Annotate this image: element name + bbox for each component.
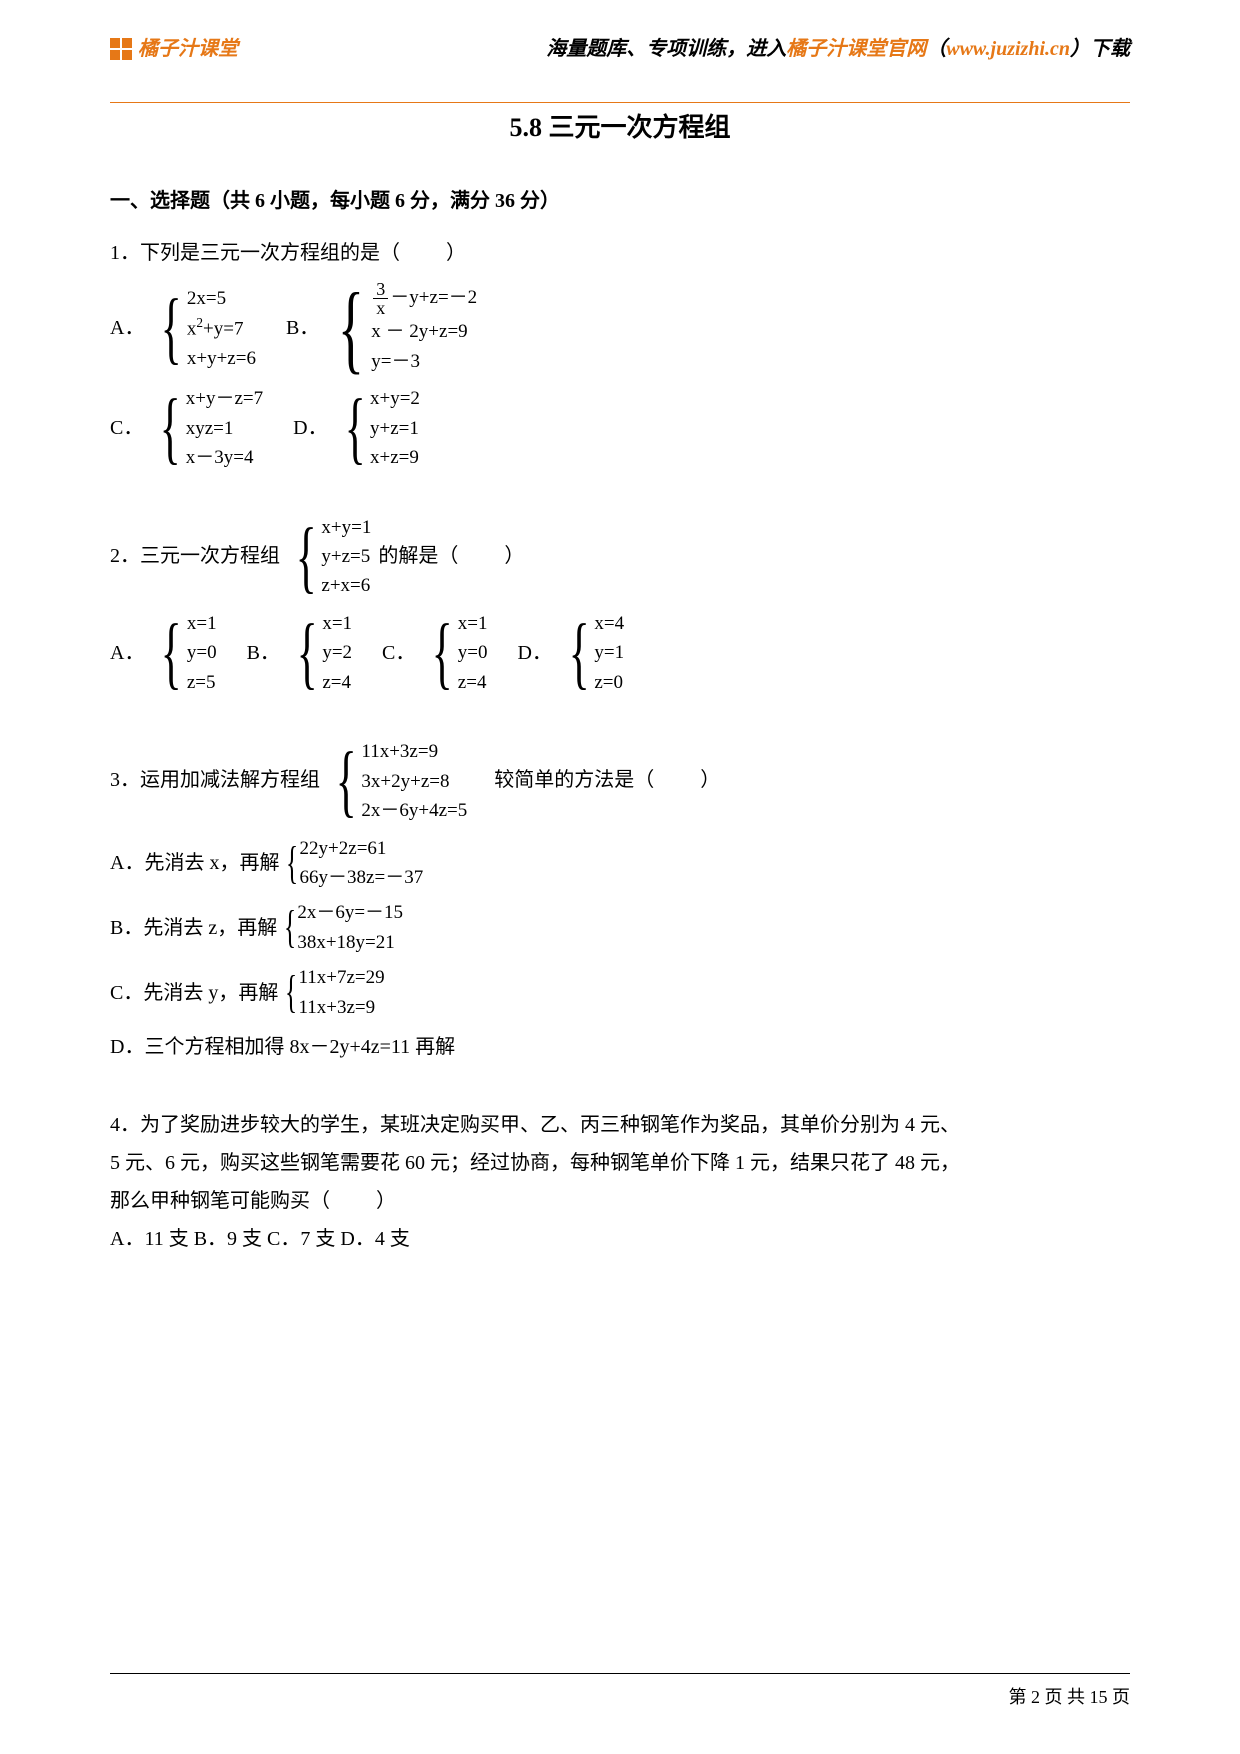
q3-option-d: D． 三个方程相加得 8x－2y+4z=11 再解: [110, 1028, 1130, 1066]
q4-options: A．11 支 B．9 支 C．7 支 D．4 支: [110, 1220, 1130, 1258]
q1-option-d: D． { x+y=2 y+z=1 x+z=9: [293, 384, 422, 472]
system-brace: { x+y－z=7 xyz=1 x－3y=4: [151, 384, 263, 472]
q2-option-b: B． { x=1 y=2 z=4: [247, 609, 354, 697]
q1-option-c: C． { x+y－z=7 xyz=1 x－3y=4: [110, 384, 265, 472]
q2-options: A． { x=1 y=0 z=5 B． { x=1 y=2 z=4: [110, 609, 1130, 697]
logo: 橘子汁课堂: [110, 30, 238, 68]
question-3: 3．运用加减法解方程组 { 11x+3z=9 3x+2y+z=8 2x－6y+4…: [110, 737, 1130, 1066]
q2-option-a: A． { x=1 y=0 z=5: [110, 609, 219, 697]
q1-options-row1: A． { 2x=5 x2+y=7 x+y+z=6 B． { 3x－y: [110, 280, 1130, 376]
logo-text: 橘子汁课堂: [138, 30, 238, 68]
q1-option-a: A． { 2x=5 x2+y=7 x+y+z=6: [110, 284, 258, 374]
q3-option-b: B． 先消去 z，再解 { 2x－6y=－15 38x+18y=21: [110, 898, 1130, 957]
q3-stem: 3．运用加减法解方程组 { 11x+3z=9 3x+2y+z=8 2x－6y+4…: [110, 737, 1130, 825]
q4-line3: 那么甲种钢笔可能购买（ ）: [110, 1182, 1130, 1220]
q4-line1: 4．为了奖励进步较大的学生，某班决定购买甲、乙、丙三种钢笔作为奖品，其单价分别为…: [110, 1106, 1130, 1144]
q2-option-c: C． { x=1 y=0 z=4: [382, 609, 489, 697]
page-header: 橘子汁课堂 海量题库、专项训练，进入橘子汁课堂官网（www.juzizhi.cn…: [110, 30, 1130, 103]
system-brace: { 2x=5 x2+y=7 x+y+z=6: [152, 284, 256, 374]
q3-option-c: C． 先消去 y，再解 { 11x+7z=29 11x+3z=9: [110, 963, 1130, 1022]
system-brace: { 11x+7z=29 11x+3z=9: [280, 963, 384, 1022]
q2-option-d: D． { x=4 y=1 z=0: [518, 609, 627, 697]
section-heading: 一、选择题（共 6 小题，每小题 6 分，满分 36 分）: [110, 182, 1130, 220]
footer-rule: [110, 1673, 1130, 1674]
system-brace: { 2x－6y=－15 38x+18y=21: [279, 898, 403, 957]
q3-options: A． 先消去 x，再解 { 22y+2z=61 66y－38z=－37 B． 先…: [110, 834, 1130, 1067]
q4-line2: 5 元、6 元，购买这些钢笔需要花 60 元；经过协商，每种钢笔单价下降 1 元…: [110, 1144, 1130, 1182]
q2-stem: 2．三元一次方程组 { x+y=1 y+z=5 z+x=6 的解是（ ）: [110, 513, 1130, 601]
system-brace: { 3x－y+z=－2 x － 2y+z=9 y=－3: [327, 280, 477, 376]
system-brace: { 22y+2z=61 66y－38z=－37: [281, 834, 423, 893]
q1-stem: 1．下列是三元一次方程组的是（ ）: [110, 234, 1130, 272]
page-title: 5.8 三元一次方程组: [110, 103, 1130, 152]
q1-option-b: B． { 3x－y+z=－2 x － 2y+z=9 y=－3: [286, 280, 479, 376]
logo-icon: [110, 38, 132, 60]
page-footer: 第 2 页 共 15 页: [110, 1673, 1130, 1714]
question-2: 2．三元一次方程组 { x+y=1 y+z=5 z+x=6 的解是（ ） A． …: [110, 513, 1130, 698]
system-brace: { x+y=1 y+z=5 z+x=6: [287, 513, 371, 601]
question-1: 1．下列是三元一次方程组的是（ ） A． { 2x=5 x2+y=7 x+y+z…: [110, 234, 1130, 472]
system-brace: { 11x+3z=9 3x+2y+z=8 2x－6y+4z=5: [327, 737, 467, 825]
q1-options-row2: C． { x+y－z=7 xyz=1 x－3y=4 D． { x+y=2: [110, 384, 1130, 472]
q3-option-a: A． 先消去 x，再解 { 22y+2z=61 66y－38z=－37: [110, 834, 1130, 893]
header-right-text: 海量题库、专项训练，进入橘子汁课堂官网（www.juzizhi.cn）下载: [546, 30, 1130, 68]
system-brace: { x+y=2 y+z=1 x+z=9: [336, 384, 420, 472]
page-number: 第 2 页 共 15 页: [110, 1680, 1130, 1714]
question-4: 4．为了奖励进步较大的学生，某班决定购买甲、乙、丙三种钢笔作为奖品，其单价分别为…: [110, 1106, 1130, 1258]
